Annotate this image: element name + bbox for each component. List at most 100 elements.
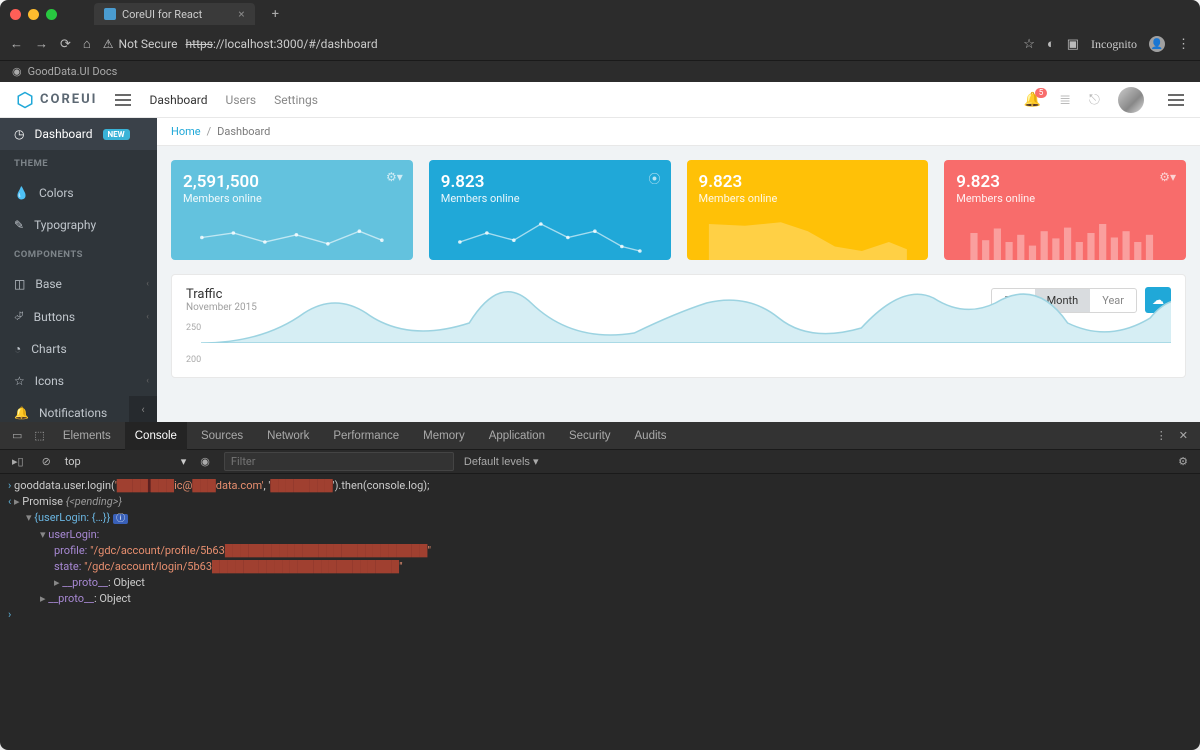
bar-spark-icon <box>944 215 1186 260</box>
logo-hex-icon <box>16 91 34 109</box>
sidebar: ◷ Dashboard NEW THEME 💧Colors ✎Typograph… <box>0 118 157 422</box>
chevron-left-icon: ‹ <box>146 376 149 386</box>
reload-button[interactable]: ⟳ <box>60 37 71 52</box>
url-bar: ← → ⟳ ⌂ ⚠ Not Secure https://localhost:3… <box>0 28 1200 60</box>
stat-label: Members online <box>699 192 917 205</box>
clear-console-icon[interactable]: ⊘ <box>38 455 55 468</box>
log-levels[interactable]: Default levels ▾ <box>464 455 539 468</box>
forward-button[interactable]: → <box>35 36 48 52</box>
incognito-label: Incognito <box>1091 37 1137 52</box>
tab-application[interactable]: Application <box>479 422 555 450</box>
favicon-icon <box>104 8 116 20</box>
filter-input[interactable] <box>224 452 454 471</box>
nav-users[interactable]: Users <box>226 93 257 107</box>
gear-icon[interactable]: ⚙▾ <box>1159 170 1176 184</box>
avatar[interactable] <box>1118 87 1144 113</box>
stat-card-1: ⚙▾ 2,591,500 Members online <box>171 160 413 260</box>
breadcrumb-current: Dashboard <box>217 125 270 138</box>
minimize-window[interactable] <box>28 9 39 20</box>
sidebar-label: Base <box>35 277 62 291</box>
list-icon[interactable]: ≣ <box>1059 92 1071 108</box>
stat-value: 9.823 <box>956 172 1174 192</box>
nav-dashboard[interactable]: Dashboard <box>149 93 207 107</box>
sidebar-label: Buttons <box>34 310 76 324</box>
breadcrumb: Home / Dashboard <box>157 118 1200 146</box>
sidebar-item-dashboard[interactable]: ◷ Dashboard NEW <box>0 118 157 150</box>
brand-logo[interactable]: COREUI <box>16 91 97 109</box>
inspect-icon[interactable]: ▭ <box>8 429 26 442</box>
sidebar-item-typography[interactable]: ✎Typography <box>0 209 157 241</box>
browser-menu-icon[interactable]: ⋮ <box>1177 37 1190 52</box>
tab-audits[interactable]: Audits <box>625 422 677 450</box>
browser-tab[interactable]: CoreUI for React × <box>94 3 255 25</box>
console-output[interactable]: › gooddata.user.login('████ ███ic@███dat… <box>0 474 1200 750</box>
pin-icon[interactable]: ⎋ <box>1089 92 1100 108</box>
gear-icon[interactable]: ⚙▾ <box>386 170 403 184</box>
macos-titlebar: CoreUI for React × + <box>0 0 1200 28</box>
sidebar-label: Charts <box>31 342 66 356</box>
sidebar-toggle-icon[interactable] <box>115 94 131 106</box>
browser-window: CoreUI for React × + ← → ⟳ ⌂ ⚠ Not Secur… <box>0 0 1200 750</box>
address-field[interactable]: ⚠ Not Secure https://localhost:3000/#/da… <box>103 37 1011 51</box>
sidebar-item-icons[interactable]: ☆Icons‹ <box>0 365 157 397</box>
home-button[interactable]: ⌂ <box>83 36 91 52</box>
bookmark-star-icon[interactable]: ☆ <box>1023 37 1035 52</box>
chart-icon: ◔ <box>14 342 21 356</box>
back-button[interactable]: ← <box>10 36 23 52</box>
drop-icon: 💧 <box>14 186 29 200</box>
devtools-menu-icon[interactable]: ⋮ <box>1152 429 1171 442</box>
location-icon[interactable]: ⦿ <box>648 170 660 187</box>
sidebar-item-base[interactable]: ◫ Base ‹ <box>0 268 157 300</box>
close-window[interactable] <box>10 9 21 20</box>
tab-network[interactable]: Network <box>257 422 319 450</box>
camera-icon[interactable]: ▣ <box>1067 37 1079 52</box>
breadcrumb-home[interactable]: Home <box>171 125 201 138</box>
sidebar-minimize[interactable]: ‹ <box>129 396 157 422</box>
console-toolbar: ▸▯ ⊘ top ▾ ◉ Default levels ▾ ⚙ <box>0 450 1200 474</box>
bookmark-bar: ◉ GoodData.UI Docs <box>0 60 1200 82</box>
traffic-panel: Traffic November 2015 Day Month Year ☁ <box>171 274 1186 378</box>
context-selector[interactable]: top <box>65 455 81 468</box>
sidebar-item-buttons[interactable]: ⮰Buttons‹ <box>0 300 157 333</box>
sidebar-item-colors[interactable]: 💧 Colors <box>0 177 157 209</box>
close-tab-icon[interactable]: × <box>238 7 244 21</box>
device-icon[interactable]: ⬚ <box>30 429 48 442</box>
sidebar-item-charts[interactable]: ◔ Charts <box>0 333 157 365</box>
sidebar-label: Colors <box>39 186 74 200</box>
bookmark-link[interactable]: GoodData.UI Docs <box>28 65 118 78</box>
chevron-left-icon: ‹ <box>146 279 149 289</box>
aside-toggle-icon[interactable] <box>1168 94 1184 106</box>
puzzle-icon: ◫ <box>14 277 25 291</box>
tab-performance[interactable]: Performance <box>323 422 409 450</box>
notif-badge: 5 <box>1035 88 1048 98</box>
eye-icon[interactable]: ◉ <box>196 455 214 468</box>
tab-sources[interactable]: Sources <box>191 422 253 450</box>
settings-icon[interactable]: ⚙ <box>1174 455 1192 468</box>
tab-title: CoreUI for React <box>122 8 202 21</box>
maximize-window[interactable] <box>46 9 57 20</box>
main-content: Home / Dashboard ⚙▾ 2,591,500 Members on… <box>157 118 1200 422</box>
app-header: COREUI Dashboard Users Settings 🔔5 ≣ ⎋ <box>0 82 1200 118</box>
new-badge: NEW <box>103 129 130 140</box>
sparkline-icon <box>171 215 413 260</box>
devtools-close-icon[interactable]: ✕ <box>1175 429 1192 442</box>
stat-card-3: 9.823 Members online <box>687 160 929 260</box>
y-tick: 200 <box>186 355 201 365</box>
sidebar-label: Icons <box>35 374 64 388</box>
sidebar-icon[interactable]: ▸▯ <box>8 455 28 468</box>
chevron-left-icon: ‹ <box>146 312 149 322</box>
y-tick: 250 <box>186 323 201 333</box>
not-secure-label: Not Secure <box>119 37 178 51</box>
tab-security[interactable]: Security <box>559 422 621 450</box>
new-tab-button[interactable]: + <box>272 7 279 22</box>
chevron-down-icon: ▾ <box>181 455 187 468</box>
bell-icon[interactable]: 🔔5 <box>1024 92 1041 108</box>
nav-settings[interactable]: Settings <box>274 93 318 107</box>
sparkline-icon <box>429 215 671 260</box>
pencil-icon: ✎ <box>14 218 24 232</box>
extension-icon[interactable]: ◐ <box>1047 36 1055 52</box>
stat-label: Members online <box>183 192 401 205</box>
tab-memory[interactable]: Memory <box>413 422 475 450</box>
traffic-chart <box>201 263 1171 343</box>
stat-cards: ⚙▾ 2,591,500 Members online ⦿ 9.823 Memb… <box>157 146 1200 274</box>
